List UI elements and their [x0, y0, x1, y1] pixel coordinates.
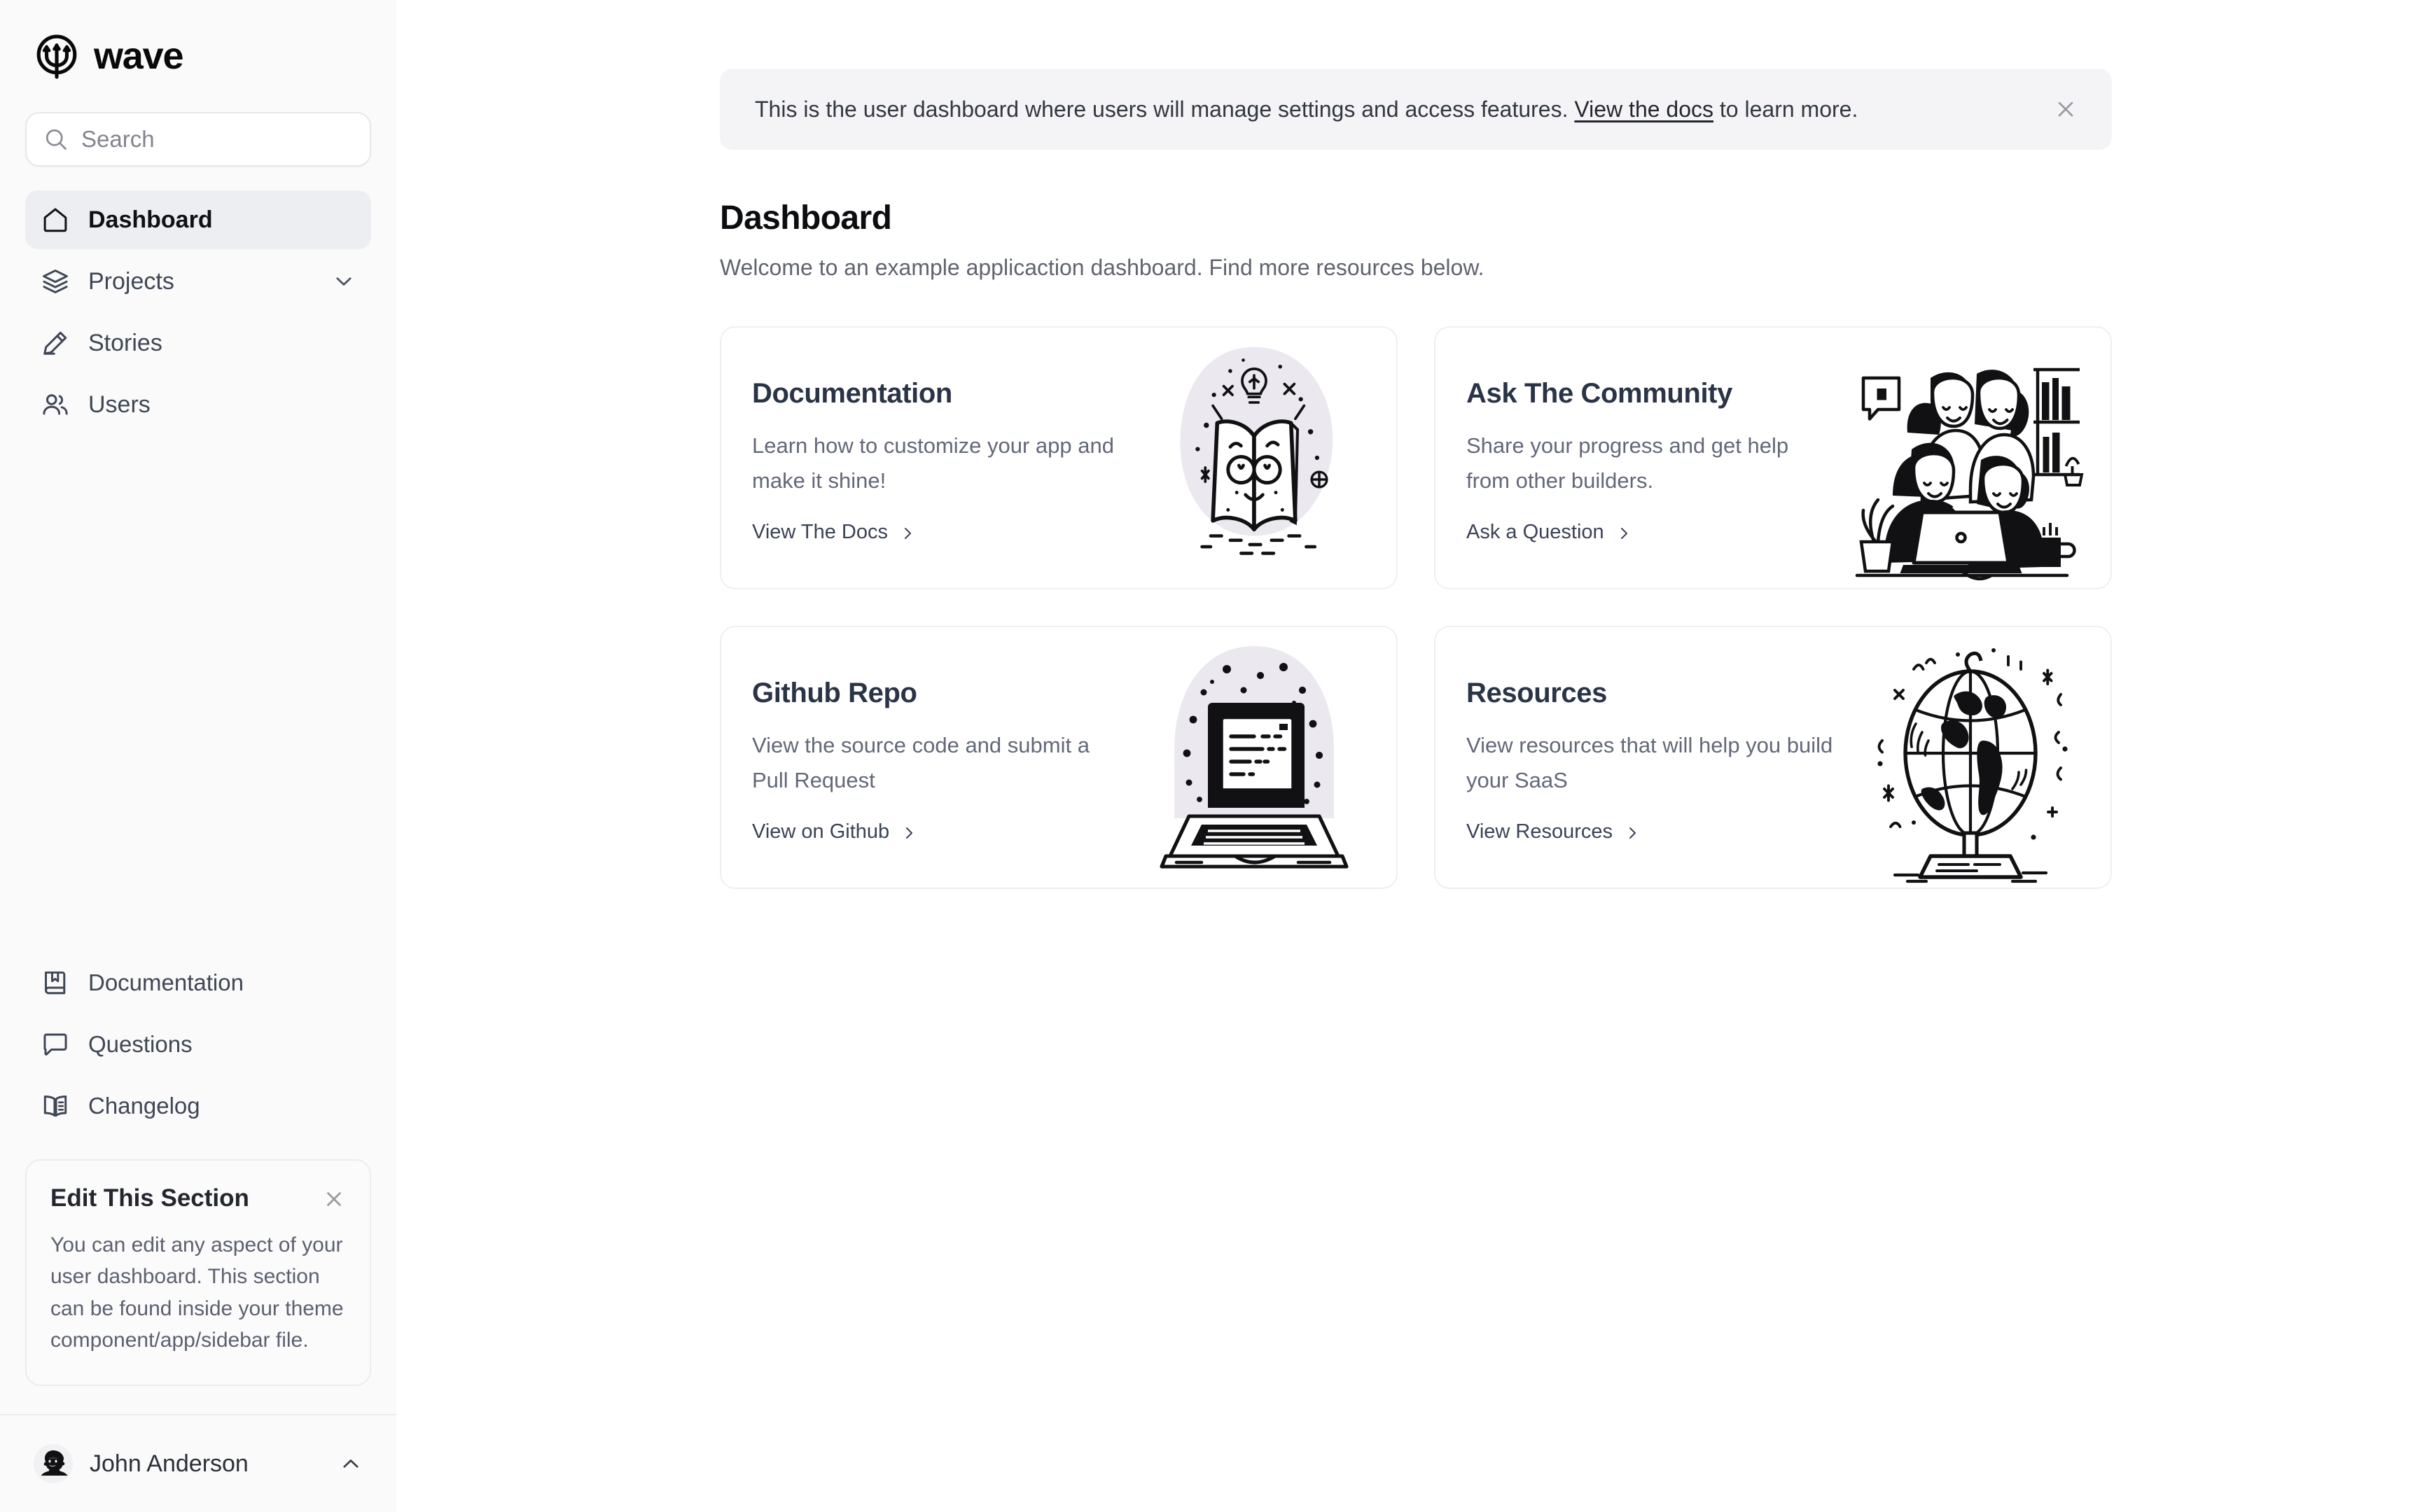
pencil-icon	[41, 328, 70, 358]
card-link-view-on-github[interactable]: View on Github	[752, 820, 917, 844]
card-documentation[interactable]: Documentation Learn how to customize you…	[720, 326, 1398, 589]
info-banner-text-after: to learn more.	[1713, 96, 1858, 122]
sidebar-item-questions[interactable]: Questions	[25, 1015, 371, 1074]
card-text: Github Repo View the source code and sub…	[752, 679, 1123, 844]
chevron-right-icon	[899, 524, 916, 541]
edit-this-section-card: Edit This Section You can edit any aspec…	[25, 1158, 371, 1386]
view-the-docs-link[interactable]: View the docs	[1574, 97, 1713, 122]
sidebar-item-label: Projects	[88, 268, 174, 295]
info-banner-text-before: This is the user dashboard where users w…	[755, 96, 1575, 122]
card-description: View resources that will help you build …	[1466, 732, 1833, 793]
open-book-illustration-icon	[1139, 328, 1370, 588]
chevron-down-icon[interactable]	[332, 270, 356, 293]
chevron-right-icon	[900, 824, 917, 841]
laptop-illustration-icon	[1139, 627, 1370, 888]
edit-card-title: Edit This Section	[50, 1184, 249, 1212]
edit-card-header: Edit This Section	[50, 1186, 346, 1211]
sidebar: wave Search Dashboard Projects Stories U…	[0, 0, 396, 1512]
home-icon	[41, 205, 70, 234]
search-icon	[43, 127, 69, 152]
card-resources[interactable]: Resources View resources that will help …	[1434, 625, 2112, 889]
sidebar-item-users[interactable]: Users	[25, 375, 371, 434]
close-icon[interactable]	[322, 1187, 346, 1211]
sidebar-item-changelog[interactable]: Changelog	[25, 1077, 371, 1135]
card-description: View the source code and submit a Pull R…	[752, 732, 1090, 793]
sidebar-item-dashboard[interactable]: Dashboard	[25, 190, 371, 249]
card-title: Ask The Community	[1466, 377, 1732, 409]
card-text: Ask The Community Share your progress an…	[1466, 379, 1837, 544]
sidebar-item-stories[interactable]: Stories	[25, 314, 371, 372]
card-description: Share your progress and get help from ot…	[1466, 433, 1789, 493]
sidebar-item-projects[interactable]: Projects	[25, 252, 371, 311]
secondary-nav: Documentation Questions Changelog	[25, 953, 371, 1135]
main-content: This is the user dashboard where users w…	[396, 0, 2420, 1512]
edit-card-body: You can edit any aspect of your user das…	[50, 1233, 344, 1352]
sidebar-item-label: Documentation	[88, 969, 244, 996]
sidebar-item-documentation[interactable]: Documentation	[25, 953, 371, 1012]
close-icon[interactable]	[2053, 97, 2078, 122]
search-input[interactable]	[81, 126, 353, 153]
chevron-right-icon	[1624, 824, 1641, 841]
sidebar-item-label: Questions	[88, 1031, 193, 1058]
sidebar-item-label: Dashboard	[88, 206, 213, 233]
card-link-view-the-docs[interactable]: View The Docs	[752, 521, 916, 544]
card-link-view-resources[interactable]: View Resources	[1466, 820, 1641, 844]
card-link-label: View The Docs	[752, 521, 888, 544]
card-description: Learn how to customize your app and make…	[752, 433, 1114, 493]
card-title: Github Repo	[752, 677, 917, 708]
layers-icon	[41, 267, 70, 296]
people-group-illustration-icon	[1853, 328, 2084, 588]
card-text: Resources View resources that will help …	[1466, 679, 1837, 844]
main-inner: This is the user dashboard where users w…	[720, 0, 2112, 889]
card-github-repo[interactable]: Github Repo View the source code and sub…	[720, 625, 1398, 889]
user-menu[interactable]: John Anderson	[0, 1414, 396, 1512]
card-text: Documentation Learn how to customize you…	[752, 379, 1123, 544]
page-subtitle: Welcome to an example applicaction dashb…	[720, 254, 1484, 280]
resource-card-grid: Documentation Learn how to customize you…	[720, 326, 2112, 889]
card-ask-the-community[interactable]: Ask The Community Share your progress an…	[1434, 326, 2112, 589]
card-link-ask-a-question[interactable]: Ask a Question	[1466, 521, 1632, 544]
bookmark-book-icon	[41, 968, 70, 997]
globe-illustration-icon	[1853, 627, 2084, 888]
chevron-right-icon	[1615, 524, 1632, 541]
sidebar-item-label: Stories	[88, 330, 162, 356]
open-book-icon	[41, 1091, 70, 1121]
info-banner: This is the user dashboard where users w…	[720, 69, 2112, 150]
trident-circle-logo-icon	[34, 33, 80, 79]
sidebar-content: wave Search Dashboard Projects Stories U…	[0, 0, 396, 1414]
info-banner-text: This is the user dashboard where users w…	[755, 93, 2036, 125]
card-title: Resources	[1466, 677, 1607, 708]
user-name: John Anderson	[90, 1450, 249, 1477]
sidebar-item-label: Changelog	[88, 1093, 200, 1119]
card-link-label: View on Github	[752, 820, 890, 844]
card-link-label: Ask a Question	[1466, 521, 1604, 544]
search-box[interactable]	[25, 112, 371, 167]
primary-nav: Dashboard Projects Stories Users	[25, 190, 371, 434]
brand-name: wave	[94, 35, 184, 77]
sidebar-item-label: Users	[88, 391, 151, 418]
brand[interactable]: wave	[25, 0, 371, 112]
card-link-label: View Resources	[1466, 820, 1613, 844]
avatar	[34, 1444, 73, 1483]
chat-bubble-icon	[41, 1030, 70, 1059]
card-title: Documentation	[752, 377, 952, 409]
users-icon	[41, 390, 70, 419]
app-root: wave Search Dashboard Projects Stories U…	[0, 0, 2420, 1512]
chevron-up-icon[interactable]	[339, 1452, 363, 1476]
page-title: Dashboard	[720, 200, 892, 237]
